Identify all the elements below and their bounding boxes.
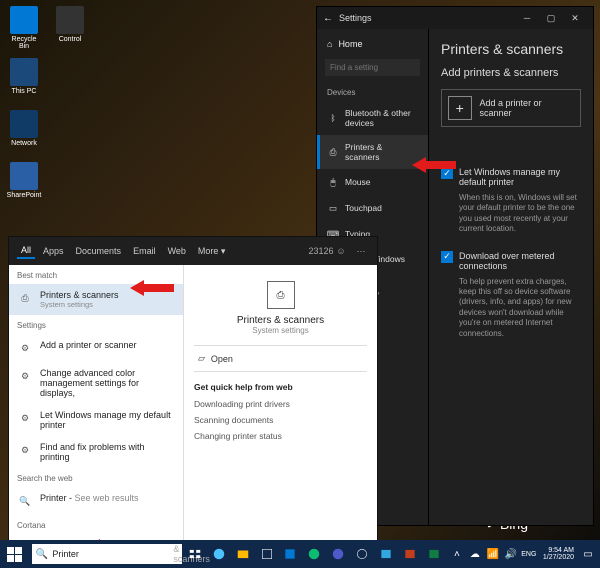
checkbox-checked-icon: ✓ bbox=[441, 167, 453, 179]
help-link[interactable]: Changing printer status bbox=[194, 428, 282, 444]
options-icon[interactable]: ⋯ bbox=[353, 243, 369, 259]
web-heading: Search the web bbox=[9, 468, 183, 487]
touchpad-icon: ▭ bbox=[327, 202, 339, 214]
nav-heading-devices: Devices bbox=[317, 80, 428, 101]
windows-icon bbox=[7, 546, 23, 562]
nav-item-touchpad[interactable]: ▭Touchpad bbox=[317, 195, 428, 221]
settings-heading: Settings bbox=[9, 315, 183, 334]
taskbar-app-icon[interactable] bbox=[375, 543, 397, 565]
home-icon: ⌂ bbox=[327, 39, 332, 49]
close-button[interactable]: ✕ bbox=[563, 7, 587, 29]
minimize-button[interactable]: ─ bbox=[515, 7, 539, 29]
search-icon: 🔍 bbox=[17, 493, 33, 509]
default-printer-checkbox[interactable]: ✓ Let Windows manage my default printer bbox=[441, 167, 581, 187]
taskbar-app-icon[interactable] bbox=[208, 543, 230, 565]
start-search-flyout: All Apps Documents Email Web More ▾ 2312… bbox=[8, 236, 378, 540]
start-button[interactable] bbox=[4, 541, 30, 567]
printer-icon: ⎙ bbox=[267, 281, 295, 309]
taskbar-app-icon[interactable] bbox=[256, 543, 278, 565]
tab-email[interactable]: Email bbox=[129, 244, 160, 258]
gear-icon: ⚙ bbox=[17, 368, 33, 384]
desktop-icon[interactable]: Network bbox=[6, 110, 42, 147]
printer-icon: ⎙ bbox=[327, 146, 339, 158]
open-icon: ▱ bbox=[198, 353, 205, 364]
metered-checkbox[interactable]: ✓ Download over metered connections bbox=[441, 251, 581, 271]
plus-icon: + bbox=[448, 96, 472, 120]
system-tray: ˄ ☁ 📶 🔊 ENG 9:54 AM 1/27/2020 ▭ bbox=[449, 543, 596, 565]
search-icon: 🔍 bbox=[36, 549, 48, 560]
gear-icon: ⚙ bbox=[17, 410, 33, 426]
gear-icon: ⚙ bbox=[17, 340, 33, 356]
add-printer-button[interactable]: + Add a printer or scanner bbox=[441, 89, 581, 127]
search-tabs: All Apps Documents Email Web More ▾ 2312… bbox=[9, 237, 377, 265]
best-match-heading: Best match bbox=[9, 265, 183, 284]
nav-home[interactable]: ⌂ Home bbox=[317, 33, 428, 55]
metered-desc: To help prevent extra charges, keep this… bbox=[459, 277, 581, 339]
desktop-icon[interactable]: Control bbox=[52, 6, 88, 43]
nav-item-printers[interactable]: ⎙Printers & scanners bbox=[317, 135, 428, 169]
tab-all[interactable]: All bbox=[17, 243, 35, 259]
help-link[interactable]: Downloading print drivers bbox=[194, 396, 290, 412]
taskbar-app-icon[interactable] bbox=[423, 543, 445, 565]
tray-chevron-icon[interactable]: ˄ bbox=[449, 543, 465, 565]
desktop-icon[interactable]: Recycle Bin bbox=[6, 6, 42, 50]
taskbar: 🔍 & scanners ˄ ☁ 📶 🔊 ENG 9:54 AM 1/27/20… bbox=[0, 540, 600, 568]
taskbar-app-icon[interactable] bbox=[280, 543, 302, 565]
add-heading: Add printers & scanners bbox=[441, 67, 581, 79]
result-best-match[interactable]: ⎙ Printers & scannersSystem settings bbox=[9, 284, 183, 315]
gear-icon: ⚙ bbox=[17, 442, 33, 458]
result-color-mgmt[interactable]: ⚙Change advanced color management settin… bbox=[9, 362, 183, 404]
result-web-printer[interactable]: 🔍Printer - See web results bbox=[9, 487, 183, 515]
desktop-icon[interactable]: SharePoint bbox=[6, 162, 42, 199]
action-center-icon[interactable]: ▭ bbox=[580, 543, 596, 565]
result-troubleshoot[interactable]: ⚙Find and fix problems with printing bbox=[9, 436, 183, 468]
taskbar-search-input[interactable] bbox=[52, 549, 169, 559]
nav-item-mouse[interactable]: 🖱Mouse bbox=[317, 169, 428, 195]
tab-web[interactable]: Web bbox=[164, 244, 190, 258]
taskbar-search[interactable]: 🔍 & scanners bbox=[32, 544, 182, 564]
taskbar-app-icon[interactable] bbox=[399, 543, 421, 565]
taskbar-app-icon[interactable] bbox=[232, 543, 254, 565]
open-button[interactable]: ▱ Open bbox=[194, 345, 367, 372]
tray-onedrive-icon[interactable]: ☁ bbox=[467, 543, 483, 565]
tray-lang-icon[interactable]: ENG bbox=[521, 543, 537, 565]
tab-more[interactable]: More ▾ bbox=[194, 244, 230, 259]
help-link[interactable]: Scanning documents bbox=[194, 412, 273, 428]
taskbar-clock[interactable]: 9:54 AM 1/27/2020 bbox=[539, 547, 578, 561]
window-title: Settings bbox=[339, 13, 372, 23]
maximize-button[interactable]: ▢ bbox=[539, 7, 563, 29]
settings-content: Printers & scanners Add printers & scann… bbox=[429, 29, 593, 525]
nav-item-bluetooth[interactable]: ᛒBluetooth & other devices bbox=[317, 101, 428, 135]
default-printer-desc: When this is on, Windows will set your d… bbox=[459, 193, 581, 235]
page-title: Printers & scanners bbox=[441, 41, 581, 57]
bluetooth-icon: ᛒ bbox=[327, 112, 339, 124]
tray-network-icon[interactable]: 📶 bbox=[485, 543, 501, 565]
search-results-list: Best match ⎙ Printers & scannersSystem s… bbox=[9, 265, 184, 562]
taskbar-app-icon[interactable] bbox=[351, 543, 373, 565]
cortana-heading: Cortana bbox=[9, 515, 183, 534]
nav-search[interactable] bbox=[325, 59, 420, 76]
result-default-printer[interactable]: ⚙Let Windows manage my default printer bbox=[9, 404, 183, 436]
back-icon[interactable]: ← bbox=[323, 13, 333, 24]
settings-search-input[interactable] bbox=[325, 59, 420, 76]
search-detail-pane: ⎙ Printers & scanners System settings ▱ … bbox=[184, 265, 377, 562]
result-add-printer[interactable]: ⚙Add a printer or scanner bbox=[9, 334, 183, 362]
settings-titlebar[interactable]: ← Settings ─ ▢ ✕ bbox=[317, 7, 593, 29]
help-heading: Get quick help from web bbox=[194, 382, 293, 392]
taskbar-app-icon[interactable] bbox=[303, 543, 325, 565]
feedback-icon[interactable]: ☺ bbox=[333, 243, 349, 259]
task-view-icon[interactable] bbox=[184, 543, 206, 565]
tab-apps[interactable]: Apps bbox=[39, 244, 68, 258]
taskbar-app-icon[interactable] bbox=[327, 543, 349, 565]
tray-volume-icon[interactable]: 🔊 bbox=[503, 543, 519, 565]
desktop-icon[interactable]: This PC bbox=[6, 58, 42, 95]
printer-icon: ⎙ bbox=[17, 290, 33, 306]
top-id: 23126 bbox=[313, 243, 329, 259]
tab-documents[interactable]: Documents bbox=[72, 244, 126, 258]
detail-subtitle: System settings bbox=[252, 326, 308, 335]
mouse-icon: 🖱 bbox=[327, 176, 339, 188]
checkbox-checked-icon: ✓ bbox=[441, 251, 453, 263]
detail-title: Printers & scanners bbox=[237, 315, 324, 326]
